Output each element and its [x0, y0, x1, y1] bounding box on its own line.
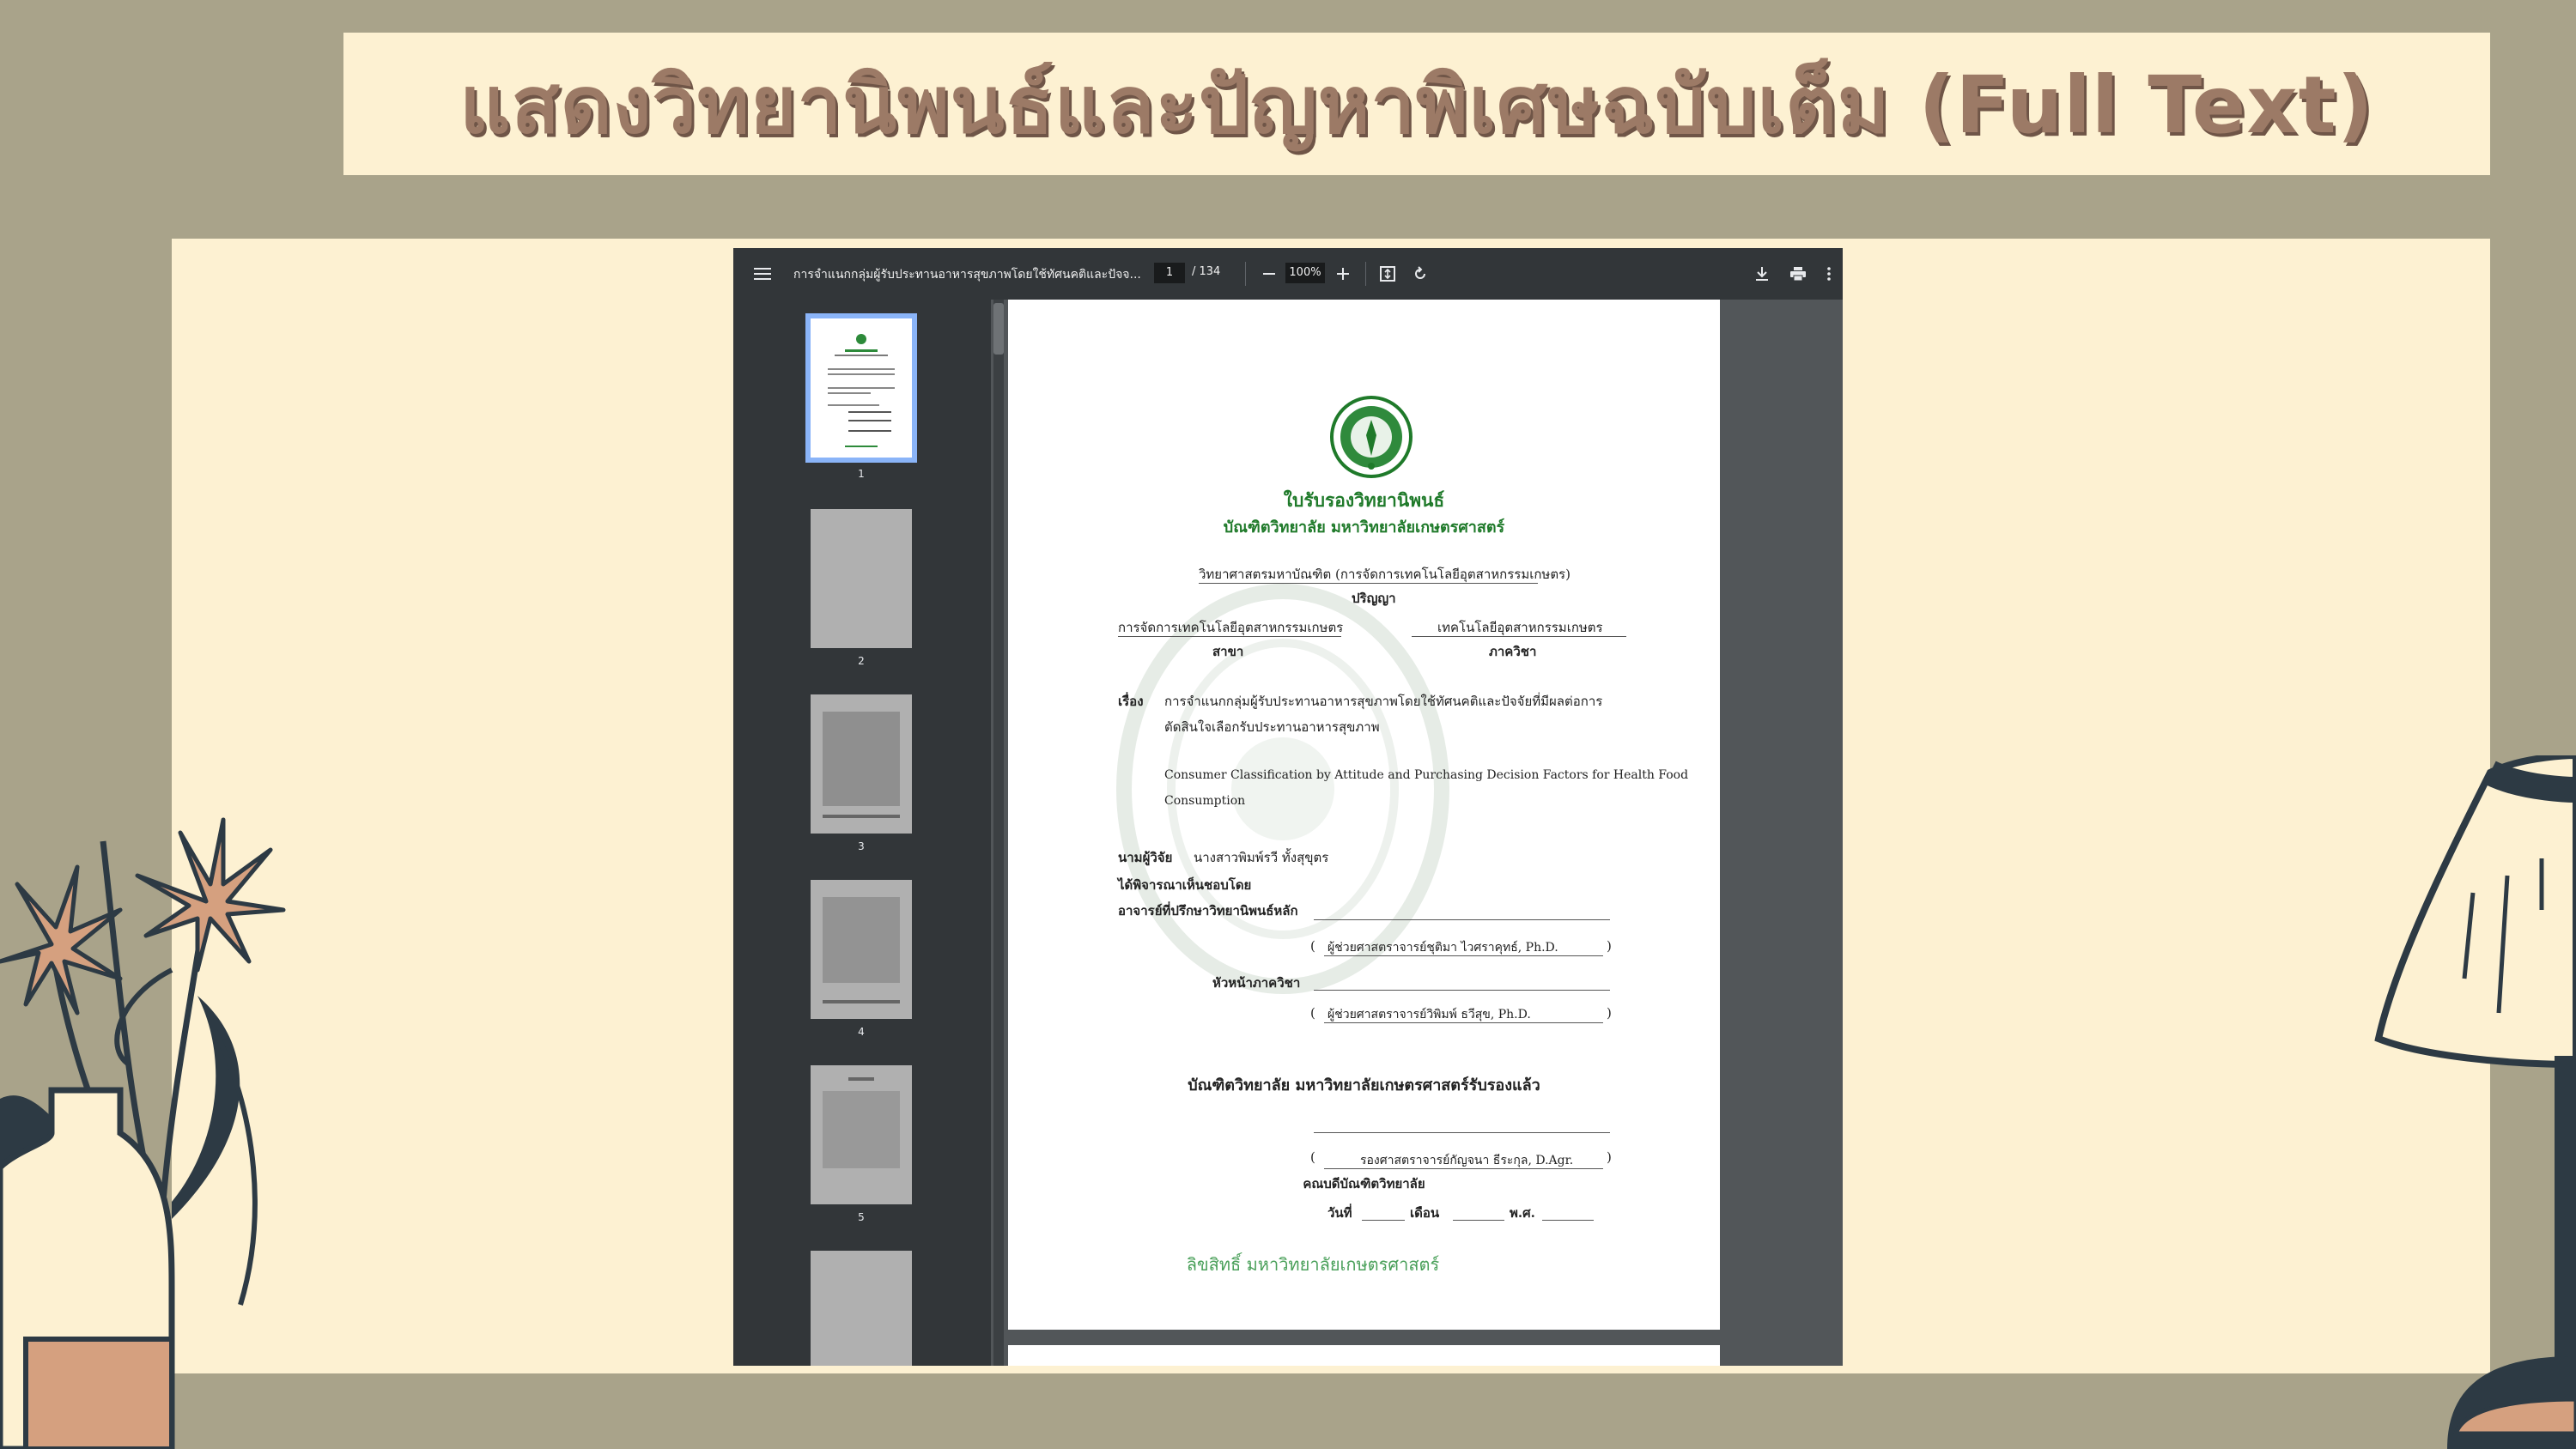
- department-underline: [1412, 636, 1626, 637]
- researcher-label: นามผู้วิจัย: [1118, 850, 1173, 865]
- thumbnail-page-4[interactable]: [811, 880, 912, 1019]
- head-open-paren: (: [1310, 1005, 1315, 1021]
- vase-flowers-illustration: [0, 817, 286, 1449]
- department-label: ภาควิชา: [1489, 644, 1537, 659]
- date-label: วันที่: [1327, 1205, 1352, 1221]
- pdf-viewer: การจำแนกกลุ่มผู้รับประทานอาหารสุขภาพโดยใ…: [733, 248, 1843, 1366]
- thumbnail-label: 3: [858, 840, 865, 852]
- advisor-open-paren: (: [1310, 938, 1315, 954]
- topic-english-line-2: Consumption: [1164, 794, 1246, 808]
- pdf-page-2-peek: [1008, 1345, 1720, 1366]
- topic-english-line-1: Consumer Classification by Attitude and …: [1164, 768, 1689, 782]
- slide-title: แสดงวิทยานิพนธ์และปัญหาพิเศษฉบับเต็ม (Fu…: [459, 58, 2374, 151]
- thumbnail-page-1[interactable]: [805, 313, 917, 463]
- divider: [1365, 262, 1366, 286]
- thumbnail-page-5[interactable]: [811, 1065, 912, 1204]
- head-signature-line: [1314, 990, 1610, 991]
- document-title: การจำแนกกลุ่มผู้รับประทานอาหารสุขภาพโดยใ…: [793, 268, 1141, 282]
- advisor-name: ผู้ช่วยศาสตราจารย์ชุติมา ไวศราคุทธ์, Ph.…: [1327, 941, 1558, 955]
- thumbnail-label: 1: [858, 468, 865, 480]
- lamp-illustration: [2374, 755, 2576, 1449]
- zoom-out-icon[interactable]: [1259, 264, 1279, 284]
- divider: [1245, 262, 1246, 286]
- thumbnail-label: 2: [858, 655, 865, 667]
- topic-thai-line-2: ตัดสินใจเลือกรับประทานอาหารสุขภาพ: [1164, 719, 1380, 735]
- topic-label: เรื่อง: [1118, 694, 1144, 709]
- degree-value: วิทยาศาสตรมหาบัณฑิต (การจัดการเทคโนโลยีอ…: [1199, 567, 1571, 582]
- menu-icon[interactable]: [752, 264, 773, 284]
- researcher-name: นางสาวพิมพ์รวี ทั้งสุขุตร: [1194, 850, 1329, 865]
- copyright-notice: ลิขสิทธิ์ มหาวิทยาลัยเกษตรศาสตร์: [1186, 1254, 1440, 1275]
- major-underline: [1118, 636, 1341, 637]
- thumbnail-label: 5: [858, 1211, 865, 1223]
- thumbnail-page-6[interactable]: [811, 1251, 912, 1366]
- month-line: [1453, 1220, 1504, 1221]
- considered-by: ได้พิจารณาเห็นชอบโดย: [1118, 877, 1252, 893]
- advisor-close-paren: ): [1607, 938, 1612, 954]
- download-icon[interactable]: [1752, 264, 1772, 284]
- page-scrollbar[interactable]: [993, 300, 1004, 1366]
- scrollbar-thumb[interactable]: [993, 303, 1004, 355]
- fit-page-icon[interactable]: [1377, 264, 1398, 284]
- major-label: สาขา: [1212, 644, 1244, 659]
- dean-label: คณบดีบัณฑิตวิทยาลัย: [1303, 1176, 1425, 1191]
- thumbnail-sidebar: 1 2 3 4 5: [733, 300, 991, 1366]
- major-value: การจัดการเทคโนโลยีอุตสาหกรรมเกษตร: [1118, 620, 1344, 635]
- thumbnail-page-3[interactable]: [811, 694, 912, 834]
- head-close-paren: ): [1607, 1005, 1612, 1021]
- head-name: ผู้ช่วยศาสตราจารย์วิพิมพ์ ธวีสุข, Ph.D.: [1327, 1008, 1531, 1022]
- dean-name: รองศาสตราจารย์กัญจนา ธีระกุล, D.Agr.: [1360, 1154, 1574, 1167]
- topic-thai-line-1: การจำแนกกลุ่มผู้รับประทานอาหารสุขภาพโดยใ…: [1164, 694, 1603, 709]
- month-label: เดือน: [1410, 1205, 1440, 1221]
- date-line: [1362, 1220, 1405, 1221]
- dean-signature-line: [1314, 1132, 1610, 1133]
- year-line: [1542, 1220, 1594, 1221]
- pdf-page-1: ใบรับรองวิทยานิพนธ์ บัณฑิตวิทยาลัย มหาวิ…: [1008, 300, 1720, 1330]
- head-label: หัวหน้าภาควิชา: [1212, 975, 1301, 991]
- head-name-underline: [1324, 1022, 1603, 1023]
- thumbnail-label: 4: [858, 1026, 865, 1038]
- more-icon[interactable]: [1822, 264, 1836, 284]
- dean-open-paren: (: [1310, 1149, 1315, 1165]
- viewer-toolbar: การจำแนกกลุ่มผู้รับประทานอาหารสุขภาพโดยใ…: [733, 248, 1843, 300]
- page-number-input[interactable]: 1: [1154, 263, 1185, 283]
- university-emblem: [1330, 396, 1413, 478]
- year-label: พ.ศ.: [1510, 1205, 1535, 1221]
- zoom-level[interactable]: 100%: [1285, 263, 1325, 283]
- department-value: เทคโนโลยีอุตสาหกรรมเกษตร: [1437, 620, 1603, 635]
- dean-name-underline: [1324, 1168, 1603, 1169]
- title-band: แสดงวิทยานิพนธ์และปัญหาพิเศษฉบับเต็ม (Fu…: [343, 33, 2490, 175]
- zoom-in-icon[interactable]: [1333, 264, 1353, 284]
- degree-label: ปริญญา: [1352, 591, 1396, 606]
- page-total: / 134: [1192, 265, 1221, 278]
- advisor-name-underline: [1324, 955, 1603, 956]
- advisor-signature-line: [1314, 919, 1610, 920]
- advisor-label: อาจารย์ที่ปรึกษาวิทยานิพนธ์หลัก: [1118, 903, 1298, 919]
- dean-close-paren: ): [1607, 1149, 1612, 1165]
- certificate-heading: ใบรับรองวิทยานิพนธ์: [1283, 489, 1445, 511]
- thumbnail-page-2[interactable]: [811, 509, 912, 648]
- certified-statement: บัณฑิตวิทยาลัย มหาวิทยาลัยเกษตรศาสตร์รับ…: [1188, 1076, 1540, 1094]
- rotate-icon[interactable]: [1410, 264, 1431, 284]
- print-icon[interactable]: [1788, 264, 1808, 284]
- certificate-subheading: บัณฑิตวิทยาลัย มหาวิทยาลัยเกษตรศาสตร์: [1223, 518, 1505, 537]
- degree-underline: [1199, 583, 1538, 584]
- watermark-seal: [1116, 584, 1449, 994]
